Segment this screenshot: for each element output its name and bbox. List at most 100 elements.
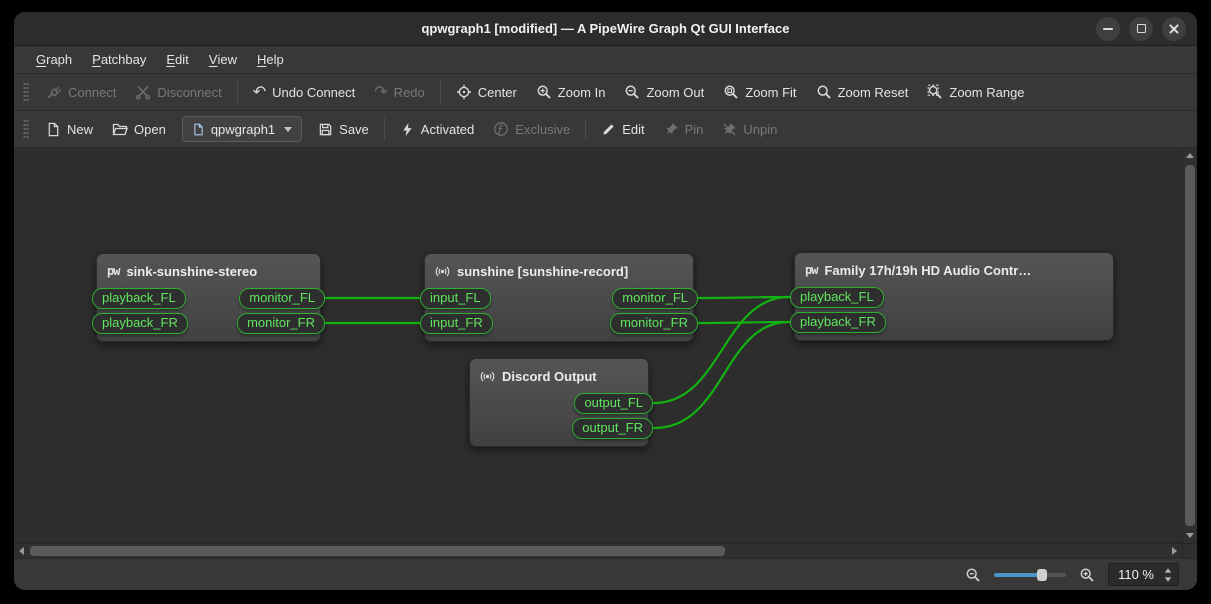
lightning-icon <box>400 122 415 137</box>
toolbar-separator <box>384 118 385 140</box>
node-sunshine-record[interactable]: sunshine [sunshine-record] input_FL inpu… <box>424 253 694 342</box>
graph-canvas[interactable]: pw sink-sunshine-stereo playback_FL play… <box>14 148 1182 543</box>
link-sunshine-monitorFL-family-playbackFL[interactable] <box>699 297 789 298</box>
patchbay-selector[interactable]: qpwgraph1 <box>182 116 302 142</box>
zoom-range-button[interactable]: Zoom Range <box>918 78 1033 106</box>
zoom-out-small-icon[interactable] <box>965 567 981 583</box>
menu-edit[interactable]: Edit <box>156 46 198 73</box>
port-sink-playback-fl[interactable]: playback_FL <box>92 288 186 309</box>
menu-graph[interactable]: Graph <box>26 46 82 73</box>
unpin-button[interactable]: Unpin <box>713 115 786 143</box>
window-controls <box>1096 12 1186 45</box>
port-family-playback-fl[interactable]: playback_FL <box>790 287 884 308</box>
zoom-out-button[interactable]: Zoom Out <box>615 78 713 106</box>
toolbar-separator <box>585 118 586 140</box>
scroll-right-button[interactable] <box>1167 544 1182 558</box>
zoom-range-icon <box>927 84 943 100</box>
new-patchbay-button[interactable]: New <box>37 115 102 143</box>
horizontal-scrollbar-thumb[interactable] <box>30 546 725 556</box>
save-patchbay-button[interactable]: Save <box>309 115 378 143</box>
activated-toggle[interactable]: Activated <box>391 115 483 143</box>
minimize-button[interactable] <box>1096 17 1120 41</box>
titlebar[interactable]: qpwgraph1 [modified] — A PipeWire Graph … <box>14 12 1197 46</box>
port-sink-monitor-fr[interactable]: monitor_FR <box>237 313 325 334</box>
node-discord-output[interactable]: Discord Output output_FL output_FR <box>469 358 649 447</box>
zoom-spin-arrows <box>1161 568 1175 582</box>
chevron-down-icon <box>284 127 292 132</box>
node-header: sunshine [sunshine-record] <box>425 254 693 286</box>
zoom-reset-icon <box>816 84 832 100</box>
port-family-playback-fr[interactable]: playback_FR <box>790 312 886 333</box>
arrow-right-icon <box>1172 547 1177 555</box>
zoom-slider[interactable] <box>994 567 1066 583</box>
pipewire-icon: pw <box>107 264 119 278</box>
pin-button[interactable]: Pin <box>655 115 713 143</box>
node-header: pw sink-sunshine-stereo <box>97 254 320 286</box>
connect-button[interactable]: Connect <box>37 78 125 106</box>
undo-icon: ↶ <box>253 84 266 100</box>
node-sink-sunshine-stereo[interactable]: pw sink-sunshine-stereo playback_FL play… <box>96 253 321 342</box>
patchbay-file-icon <box>192 123 205 136</box>
port-discord-output-fr[interactable]: output_FR <box>572 418 653 439</box>
arrow-left-icon <box>19 547 24 555</box>
node-header: pw Family 17h/19h HD Audio Contr… <box>795 253 1113 285</box>
close-button[interactable] <box>1162 17 1186 41</box>
disconnect-button[interactable]: Disconnect <box>126 78 230 106</box>
port-sunshine-monitor-fl[interactable]: monitor_FL <box>612 288 698 309</box>
scroll-left-button[interactable] <box>14 544 29 558</box>
redo-button[interactable]: ↷ Redo <box>365 78 433 106</box>
stream-monitor-icon <box>435 264 450 279</box>
node-family-hd-audio[interactable]: pw Family 17h/19h HD Audio Contr… playba… <box>794 252 1114 341</box>
zoom-in-small-icon[interactable] <box>1079 567 1095 583</box>
zoom-slider-handle[interactable] <box>1037 569 1047 581</box>
node-title: Discord Output <box>502 369 597 384</box>
open-patchbay-button[interactable]: Open <box>103 115 175 143</box>
zoom-slider-fill <box>994 573 1042 577</box>
menu-help[interactable]: Help <box>247 46 294 73</box>
undo-connect-button[interactable]: ↶ Undo Connect <box>244 78 365 106</box>
zoom-value[interactable]: 110 % <box>1118 567 1154 582</box>
scroll-up-button[interactable] <box>1183 148 1197 163</box>
scroll-down-button[interactable] <box>1183 528 1197 543</box>
port-sunshine-input-fl[interactable]: input_FL <box>420 288 491 309</box>
toolbar-separator <box>237 81 238 103</box>
open-folder-icon <box>112 121 128 137</box>
stream-monitor-icon <box>480 369 495 384</box>
arrow-down-icon <box>1186 533 1194 538</box>
link-sunshine-monitorFR-family-playbackFR[interactable] <box>699 322 789 323</box>
zoom-fit-button[interactable]: Zoom Fit <box>714 78 805 106</box>
zoom-in-icon <box>536 84 552 100</box>
spin-up-button[interactable] <box>1165 568 1172 572</box>
patchbay-selector-value: qpwgraph1 <box>211 122 275 137</box>
port-sink-monitor-fl[interactable]: monitor_FL <box>239 288 325 309</box>
save-icon <box>318 122 333 137</box>
toolbar-drag-handle[interactable] <box>23 119 29 139</box>
pencil-icon <box>601 122 616 137</box>
exclusive-icon <box>493 121 509 137</box>
port-sunshine-input-fr[interactable]: input_FR <box>420 313 493 334</box>
port-sunshine-monitor-fr[interactable]: monitor_FR <box>610 313 698 334</box>
menu-view[interactable]: View <box>199 46 247 73</box>
zoom-reset-button[interactable]: Zoom Reset <box>807 78 918 106</box>
zoom-in-button[interactable]: Zoom In <box>527 78 615 106</box>
app-window: qpwgraph1 [modified] — A PipeWire Graph … <box>14 12 1197 590</box>
spin-down-button[interactable] <box>1165 577 1172 581</box>
edit-patchbay-button[interactable]: Edit <box>592 115 653 143</box>
connect-icon <box>46 84 62 100</box>
port-discord-output-fl[interactable]: output_FL <box>574 393 653 414</box>
maximize-button[interactable] <box>1129 17 1153 41</box>
arrow-up-icon <box>1186 153 1194 158</box>
statusbar: 110 % <box>14 558 1197 590</box>
vertical-scrollbar[interactable] <box>1182 148 1197 543</box>
horizontal-scrollbar[interactable] <box>14 543 1182 558</box>
close-icon <box>1168 23 1180 35</box>
vertical-scrollbar-thumb[interactable] <box>1185 165 1195 526</box>
menu-patchbay[interactable]: Patchbay <box>82 46 156 73</box>
toolbar-drag-handle[interactable] <box>23 82 29 102</box>
exclusive-toggle[interactable]: Exclusive <box>484 115 579 143</box>
center-button[interactable]: Center <box>447 78 526 106</box>
zoom-spinbox[interactable]: 110 % <box>1108 563 1179 586</box>
new-file-icon <box>46 122 61 137</box>
port-sink-playback-fr[interactable]: playback_FR <box>92 313 188 334</box>
scrollbar-corner <box>1182 543 1197 558</box>
